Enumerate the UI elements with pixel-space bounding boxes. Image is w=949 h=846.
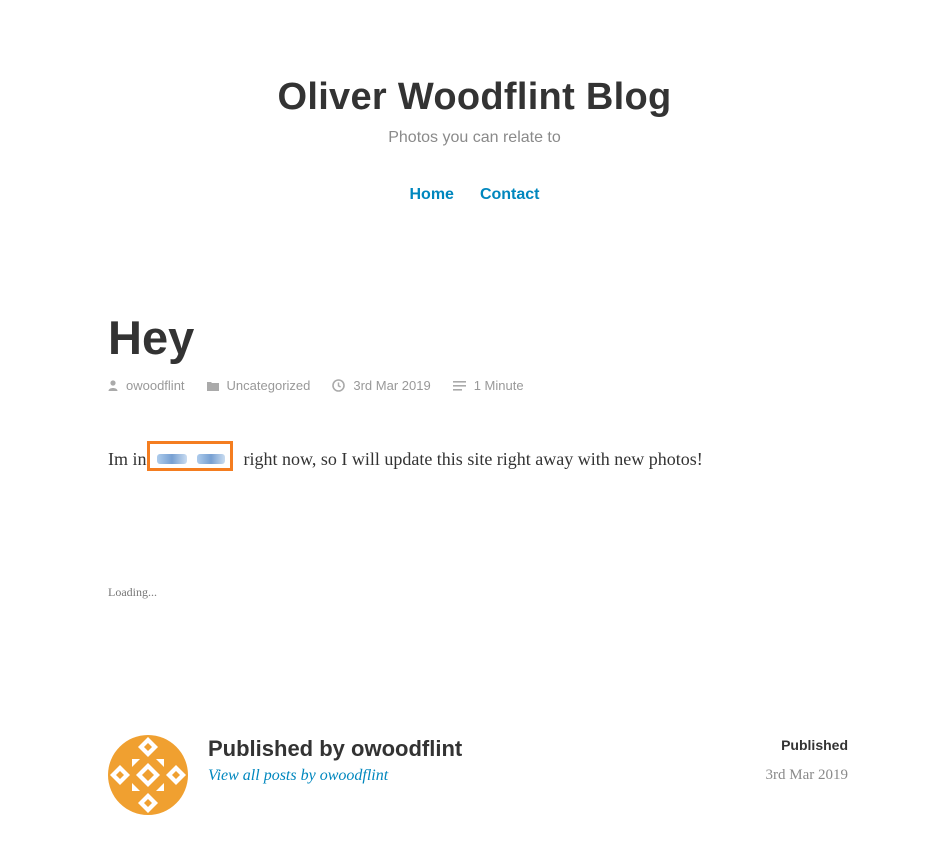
- author-box: Published by owoodflint View all posts b…: [108, 735, 848, 815]
- content-text-after: right now, so I will update this site ri…: [239, 449, 703, 469]
- post-content: Im in right now, so I will update this s…: [108, 441, 848, 473]
- main-nav: Home Contact: [0, 186, 949, 204]
- site-header: Oliver Woodflint Blog Photos you can rel…: [0, 0, 949, 204]
- meta-category[interactable]: Uncategorized: [206, 378, 311, 393]
- clock-icon: [332, 379, 346, 392]
- lines-icon: [452, 380, 466, 391]
- site-title[interactable]: Oliver Woodflint Blog: [0, 74, 949, 120]
- published-info: Published 3rd Mar 2019: [766, 737, 849, 784]
- post-meta: owoodflint Uncategorized 3rd Mar 2019 1 …: [108, 378, 848, 393]
- published-label: Published: [781, 737, 848, 753]
- view-all-posts-link[interactable]: View all posts by owoodflint: [208, 767, 388, 785]
- redacted-location: [147, 441, 237, 472]
- site-description: Photos you can relate to: [388, 129, 561, 146]
- loading-text: Loading...: [108, 585, 157, 599]
- post-title: Hey: [108, 311, 195, 364]
- user-icon: [108, 380, 118, 391]
- blurred-word: [197, 454, 225, 464]
- meta-date[interactable]: 3rd Mar 2019: [332, 378, 431, 393]
- content-text-before: Im in: [108, 449, 151, 469]
- blurred-word: [157, 454, 187, 464]
- author-info: Published by owoodflint View all posts b…: [208, 735, 462, 785]
- nav-item-contact[interactable]: Contact: [480, 186, 540, 204]
- meta-reading-time-label: 1 Minute: [473, 378, 524, 393]
- published-date[interactable]: 3rd Mar 2019: [766, 767, 849, 784]
- meta-category-label: Uncategorized: [226, 378, 311, 393]
- avatar[interactable]: [108, 735, 188, 815]
- meta-author[interactable]: owoodflint: [108, 378, 185, 393]
- meta-reading-time: 1 Minute: [452, 378, 524, 393]
- folder-icon: [206, 381, 219, 391]
- nav-item-home[interactable]: Home: [409, 186, 453, 204]
- author-title: Published by owoodflint: [208, 736, 463, 761]
- meta-author-label: owoodflint: [126, 378, 185, 393]
- post: Hey owoodflint Uncategorized 3rd Mar 201…: [108, 310, 848, 600]
- meta-date-label: 3rd Mar 2019: [353, 378, 431, 393]
